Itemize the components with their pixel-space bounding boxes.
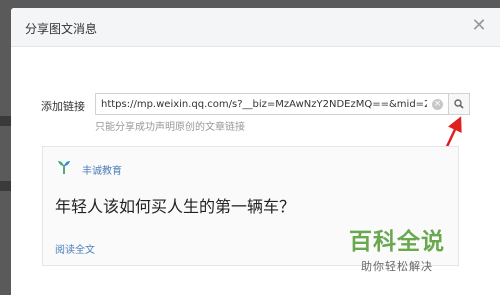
source-logo-icon [58,161,70,174]
search-button[interactable] [448,93,470,115]
watermark: 百科全说 助你轻松解决 [337,222,457,274]
watermark-sub: 助你轻松解决 [361,260,433,273]
url-input[interactable] [101,97,427,111]
hint-text: 只能分享成功声明原创的文章链接 [95,122,245,133]
dialog-header: 分享图文消息 ✕ [11,8,500,47]
url-field[interactable]: × [95,93,449,115]
article-title: 年轻人该如何买人生的第一辆车？ [55,197,296,216]
close-icon[interactable]: ✕ [470,17,488,35]
search-icon [454,99,464,109]
clear-input-icon[interactable]: × [432,99,443,110]
link-label: 添加链接 [41,100,85,113]
watermark-main: 百科全说 [349,229,445,255]
read-more-link[interactable]: 阅读全文 [55,241,95,256]
dialog-title: 分享图文消息 [25,22,98,36]
share-dialog: 分享图文消息 ✕ 添加链接 × 只能分享成功声明原创的文章链接 丰诚教育 [11,8,500,295]
source-name[interactable]: 丰诚教育 [82,162,122,177]
